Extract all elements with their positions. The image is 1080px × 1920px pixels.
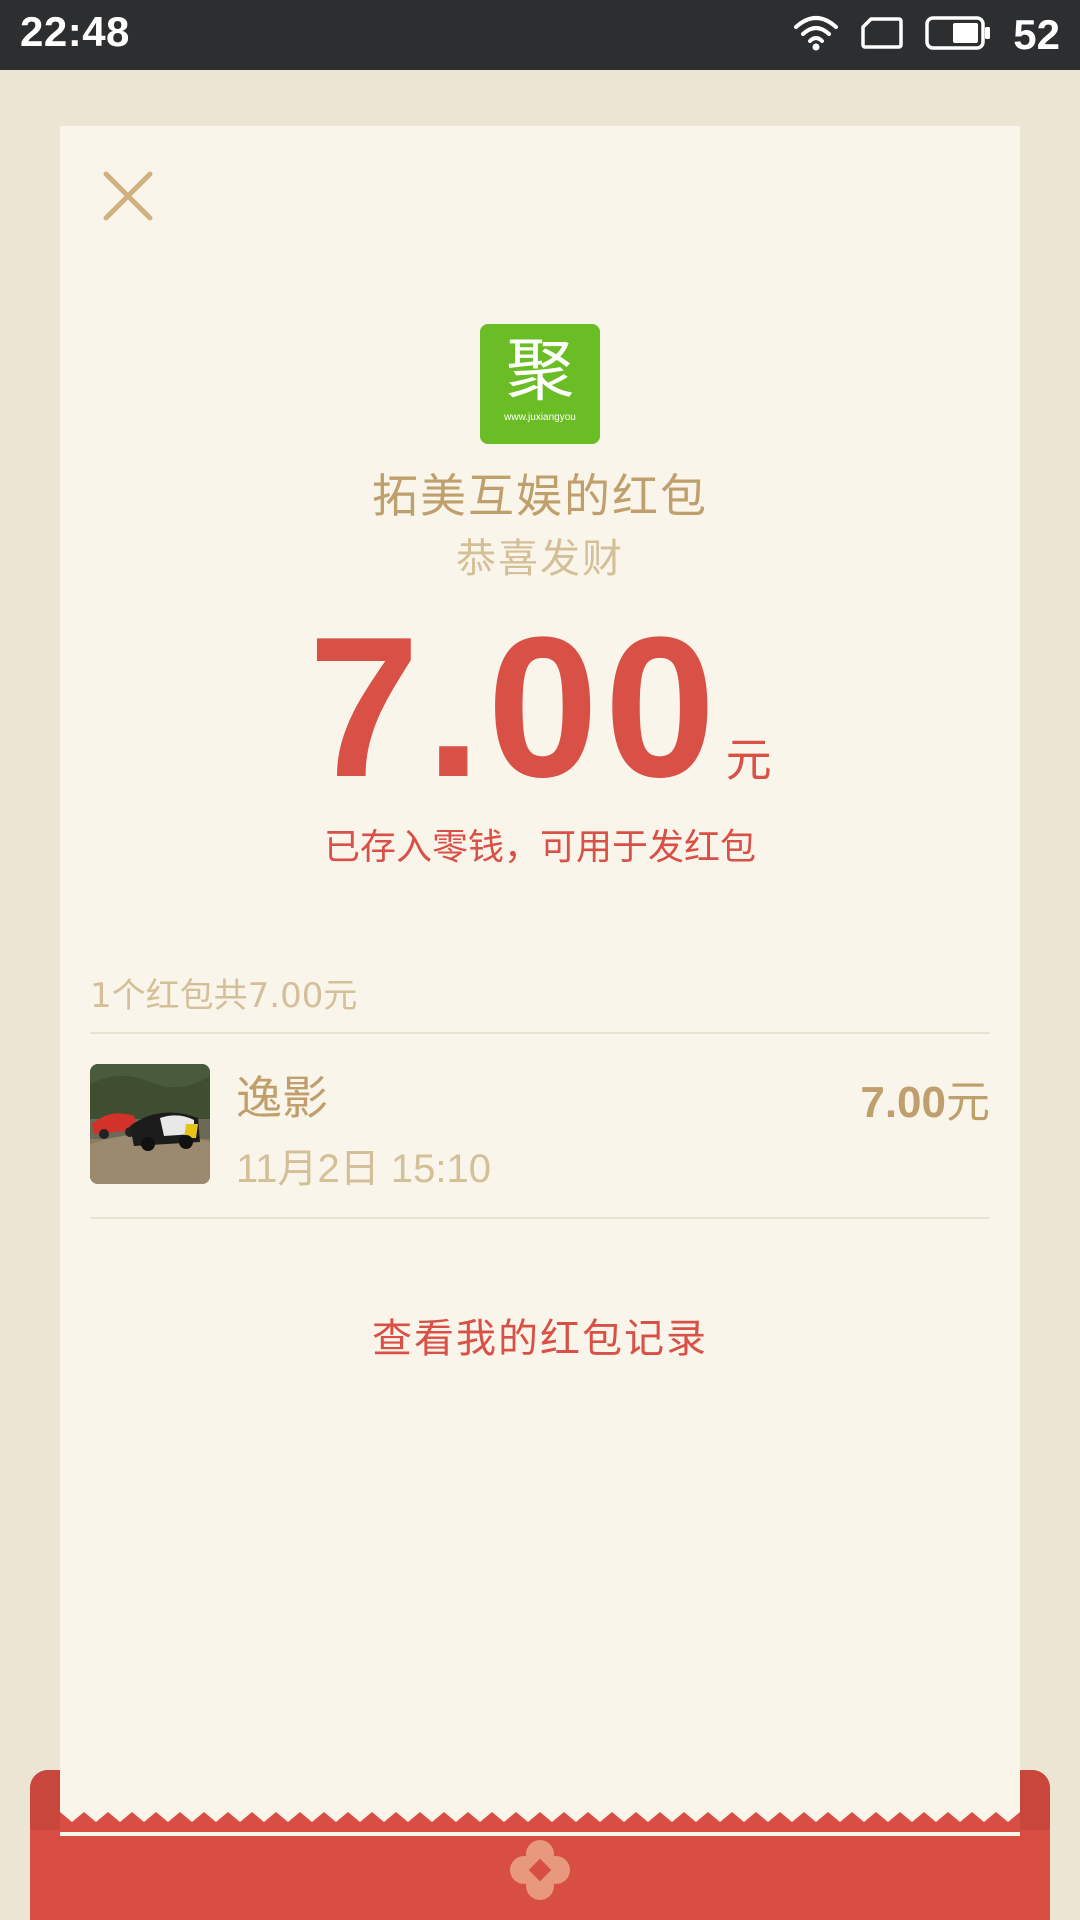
- battery-level: 52: [1013, 11, 1060, 58]
- logo-url: www.juxiangyou: [504, 412, 576, 423]
- record-amount-unit: 元: [946, 1078, 990, 1127]
- sim-icon: [861, 17, 904, 53]
- flower-icon: [508, 1838, 572, 1902]
- sender-title: 拓美互娱的红包: [372, 469, 708, 523]
- status-icons: 52: [793, 0, 1060, 70]
- view-history-link[interactable]: 查看我的红包记录: [0, 1306, 1080, 1364]
- avatar[interactable]: [90, 1064, 210, 1184]
- status-bar: 22:48 52: [0, 0, 1080, 70]
- saved-to-change-note[interactable]: 已存入零钱，可用于发红包: [0, 818, 1080, 870]
- record-sender-name: 逸影: [236, 1071, 328, 1125]
- status-time: 22:48: [20, 8, 130, 55]
- wifi-icon: [793, 13, 839, 57]
- record-amount: 7.00元: [860, 1066, 990, 1130]
- envelope-edge-right: [1020, 1770, 1050, 1830]
- record-amount-value: 7.00: [860, 1078, 946, 1127]
- logo-char: 聚: [505, 332, 574, 411]
- card-zigzag-edge: [60, 1812, 1020, 1832]
- amount-value: 7.00: [308, 596, 722, 819]
- divider: [90, 1217, 990, 1219]
- packet-summary: 1个红包共7.00元: [90, 976, 358, 1016]
- greeting-text: 恭喜发财: [456, 536, 624, 582]
- close-icon: [103, 171, 153, 221]
- received-amount: 7.00元: [0, 608, 1080, 808]
- close-button[interactable]: [96, 164, 160, 228]
- record-time: 11月2日 15:10: [236, 1147, 491, 1191]
- battery-icon: [925, 16, 991, 54]
- divider: [90, 1032, 990, 1034]
- envelope-edge-left: [30, 1770, 60, 1830]
- sender-logo: 聚 www.juxiangyou: [480, 324, 600, 444]
- amount-unit: 元: [725, 733, 772, 787]
